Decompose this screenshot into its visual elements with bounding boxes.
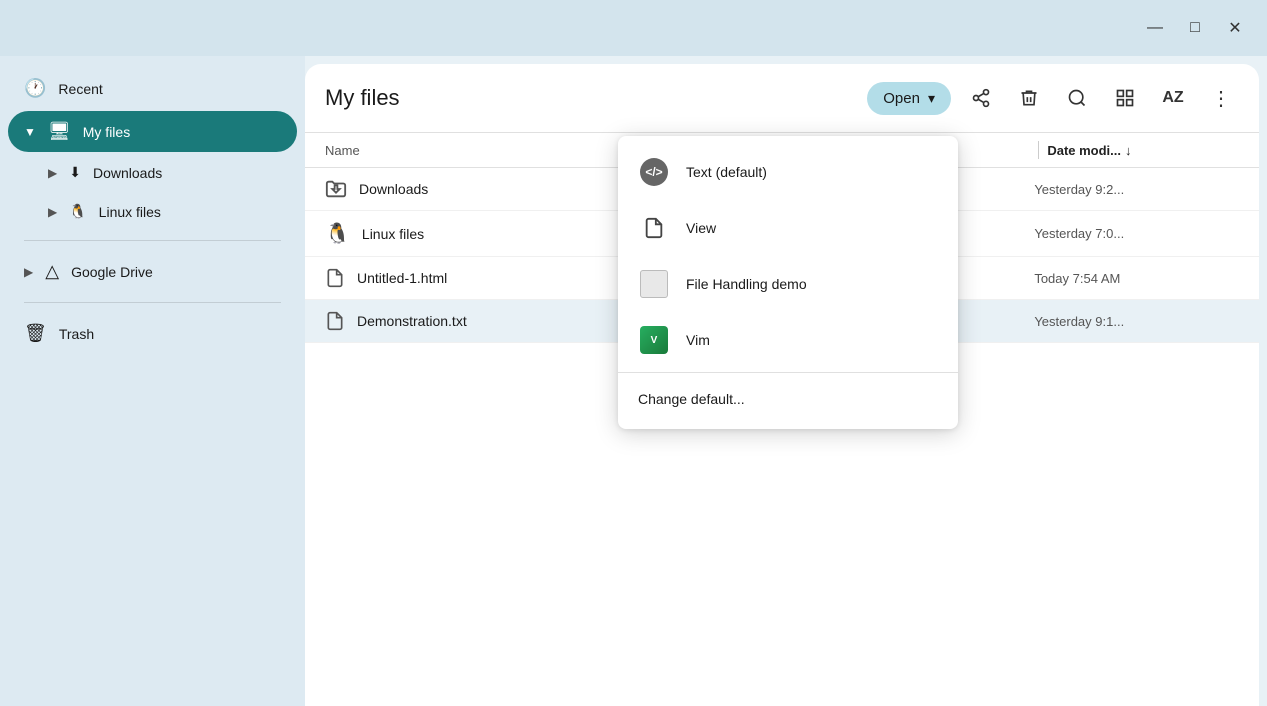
chevron-right-icon3: ▶ [24, 265, 33, 279]
grid-icon [1115, 88, 1135, 108]
close-button[interactable]: ✕ [1219, 12, 1251, 44]
myfiles-icon: 🖥 [48, 121, 71, 142]
title-bar: — □ ✕ [0, 0, 1267, 56]
sidebar-item-downloads-label: Downloads [93, 165, 162, 181]
date-column-header[interactable]: Date modi... ↓ [1034, 141, 1239, 159]
col-divider [1038, 141, 1039, 159]
more-options-button[interactable]: ⋮ [1203, 80, 1239, 116]
sidebar-item-myfiles-label: My files [83, 124, 130, 140]
sidebar-item-linux[interactable]: ▶ 🐧 Linux files [8, 193, 297, 230]
sidebar-item-trash[interactable]: 🗑 Trash [8, 313, 297, 354]
file-date: Yesterday 9:2... [1034, 182, 1239, 197]
sidebar-item-linux-label: Linux files [99, 204, 161, 220]
sidebar-item-trash-label: Trash [59, 326, 94, 342]
sidebar-item-recent[interactable]: 🕐 Recent [8, 68, 297, 109]
recent-icon: 🕐 [24, 78, 46, 99]
dropdown-divider [618, 372, 958, 373]
minimize-button[interactable]: — [1139, 12, 1171, 44]
view-icon [638, 212, 670, 244]
sidebar-item-googledrive[interactable]: ▶ △ Google Drive [8, 251, 297, 292]
dropdown-item-vim[interactable]: V Vim [618, 312, 958, 368]
txt-file-icon [325, 310, 345, 332]
chevron-right-icon: ▶ [48, 166, 57, 180]
trash-icon2 [1019, 88, 1039, 108]
grid-view-button[interactable] [1107, 80, 1143, 116]
vim-icon: V [638, 324, 670, 356]
more-icon: ⋮ [1211, 86, 1231, 111]
download-folder-icon [325, 178, 347, 200]
delete-button[interactable] [1011, 80, 1047, 116]
linux-icon: 🐧 [69, 203, 86, 220]
googledrive-icon: △ [45, 261, 59, 282]
linux-file-icon: 🐧 [325, 221, 350, 246]
dropdown-item-view-label: View [686, 220, 716, 236]
maximize-button[interactable]: □ [1179, 12, 1211, 44]
dropdown-item-text-default-label: Text (default) [686, 164, 767, 180]
chevron-right-icon2: ▶ [48, 205, 57, 219]
file-date: Today 7:54 AM [1034, 271, 1239, 286]
text-default-icon: </> [638, 156, 670, 188]
html-file-icon [325, 267, 345, 289]
file-handling-icon [638, 268, 670, 300]
search-icon [1067, 88, 1087, 108]
sort-az-icon: AZ [1162, 89, 1183, 107]
open-button[interactable]: Open ▾ [867, 82, 951, 115]
sidebar-item-recent-label: Recent [58, 81, 102, 97]
share-icon [971, 88, 991, 108]
change-default-label: Change default... [638, 391, 745, 407]
dropdown-item-text-default[interactable]: </> Text (default) [618, 144, 958, 200]
dropdown-item-view[interactable]: View [618, 200, 958, 256]
sort-button[interactable]: AZ [1155, 80, 1191, 116]
sidebar-divider-1 [24, 240, 281, 241]
sidebar: 🕐 Recent ▼ 🖥 My files ▶ ⬇ Downloads ▶ 🐧 … [0, 56, 305, 706]
dropdown-change-default[interactable]: Change default... [618, 377, 958, 421]
toolbar: My files Open ▾ [305, 64, 1259, 133]
dropdown-item-file-handling-label: File Handling demo [686, 276, 807, 292]
dropdown-item-vim-label: Vim [686, 332, 710, 348]
file-date: Yesterday 7:0... [1034, 226, 1239, 241]
file-name: Demonstration.txt [357, 313, 467, 329]
file-name: Linux files [362, 226, 424, 242]
open-button-label: Open [883, 90, 920, 107]
sidebar-item-downloads[interactable]: ▶ ⬇ Downloads [8, 154, 297, 191]
file-name: Downloads [359, 181, 428, 197]
sidebar-item-myfiles[interactable]: ▼ 🖥 My files [8, 111, 297, 152]
downloads-icon: ⬇ [69, 164, 81, 181]
sidebar-divider-2 [24, 302, 281, 303]
sidebar-item-googledrive-label: Google Drive [71, 264, 153, 280]
chevron-down-icon: ▼ [24, 125, 36, 139]
file-date: Yesterday 9:1... [1034, 314, 1239, 329]
open-dropdown-menu: </> Text (default) View File Handling de… [618, 136, 958, 429]
open-dropdown-arrow-icon: ▾ [928, 90, 935, 107]
dropdown-item-file-handling[interactable]: File Handling demo [618, 256, 958, 312]
share-button[interactable] [963, 80, 999, 116]
search-button[interactable] [1059, 80, 1095, 116]
page-title: My files [325, 85, 855, 111]
trash-icon: 🗑 [24, 323, 47, 344]
file-name: Untitled-1.html [357, 270, 447, 286]
